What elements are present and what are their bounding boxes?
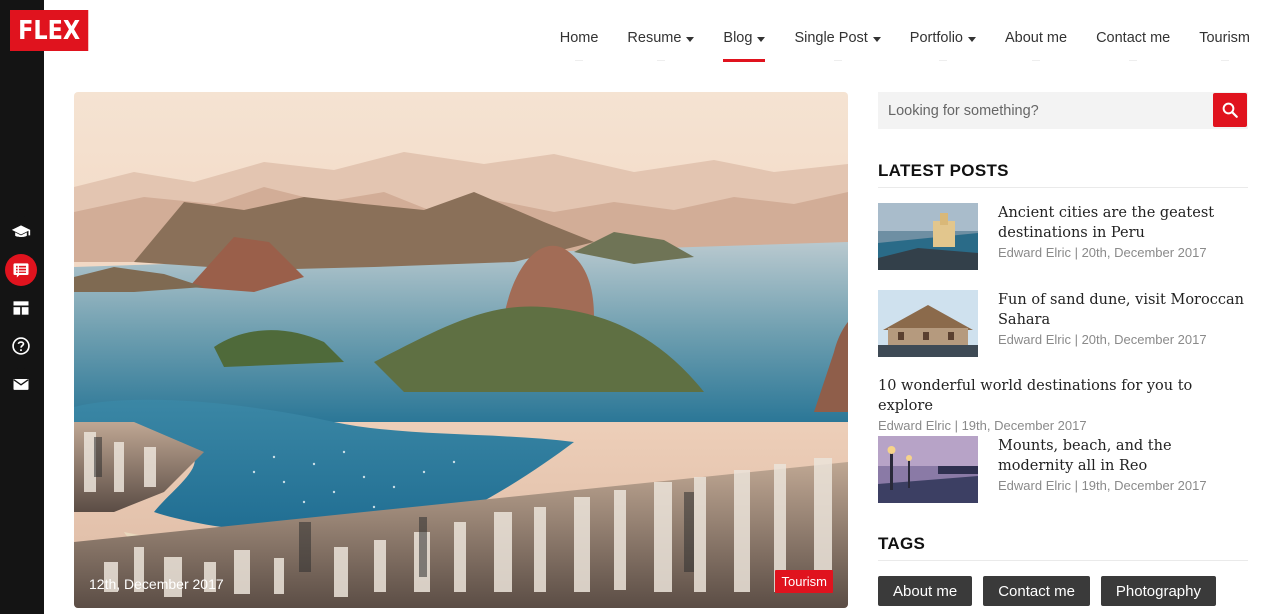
post-meta: Edward Elric | 19th, December 2017 xyxy=(998,478,1207,493)
tag-list: About me Contact me Photography xyxy=(878,576,1227,606)
graduation-cap-icon[interactable] xyxy=(5,216,37,248)
post-thumbnail[interactable] xyxy=(878,290,978,357)
post-title-link[interactable]: Fun of sand dune, visit Moroccan Sahara xyxy=(998,290,1248,330)
featured-post-category-badge[interactable]: Tourism xyxy=(775,570,833,593)
post-meta: Edward Elric | 20th, December 2017 xyxy=(998,245,1207,260)
featured-post-image[interactable]: 12th, December 2017 Tourism xyxy=(74,92,848,608)
main-nav: Home Resume Blog Single Post Portfolio About … xyxy=(531,0,1250,76)
nav-item-single-post[interactable]: Single Post xyxy=(794,0,881,76)
latest-post-item[interactable]: 10 wonderful world destinations for you … xyxy=(878,376,1248,433)
tag-contact-me[interactable]: Contact me xyxy=(983,576,1090,606)
nav-item-tourism[interactable]: Tourism xyxy=(1199,0,1250,76)
tags-heading: TAGS xyxy=(878,534,1248,561)
latest-post-item[interactable]: Mounts, beach, and the modernity all in … xyxy=(878,436,1248,503)
caret-down-icon xyxy=(872,37,881,42)
latest-posts-heading: LATEST POSTS xyxy=(878,161,1248,188)
nav-item-label: Single Post xyxy=(794,30,868,46)
caret-down-icon xyxy=(757,37,766,42)
help-icon[interactable] xyxy=(5,330,37,362)
post-title-link[interactable]: Mounts, beach, and the modernity all in … xyxy=(998,436,1248,476)
post-meta: Edward Elric | 20th, December 2017 xyxy=(998,332,1207,347)
logo[interactable]: FLEX xyxy=(10,10,89,51)
rio-landscape-image xyxy=(74,92,848,608)
nav-item-label: Resume xyxy=(627,30,682,46)
nav-item-label: Blog xyxy=(723,30,753,46)
nav-item-label: About me xyxy=(1005,30,1068,46)
featured-post-date: 12th, December 2017 xyxy=(89,576,224,592)
nav-item-label: Home xyxy=(559,30,599,46)
nav-item-about-me[interactable]: About me xyxy=(1005,0,1067,76)
caret-down-icon xyxy=(968,37,976,42)
post-thumbnail[interactable] xyxy=(878,436,978,503)
nav-item-label: Contact me xyxy=(1096,30,1171,46)
side-menu xyxy=(5,216,39,406)
caret-down-icon xyxy=(686,37,695,42)
post-meta: Edward Elric | 19th, December 2017 xyxy=(878,418,1087,433)
search-button[interactable] xyxy=(1213,93,1247,127)
post-title-link[interactable]: 10 wonderful world destinations for you … xyxy=(878,376,1248,416)
tag-photography[interactable]: Photography xyxy=(1100,576,1216,606)
nav-item-resume[interactable]: Resume xyxy=(627,0,695,76)
post-thumbnail[interactable] xyxy=(878,203,978,270)
side-bar xyxy=(0,0,44,614)
search-box xyxy=(878,92,1248,129)
dashboard-icon[interactable] xyxy=(5,292,37,324)
mail-icon[interactable] xyxy=(5,368,37,400)
blog-list-icon[interactable] xyxy=(5,254,37,286)
nav-item-contact-me[interactable]: Contact me xyxy=(1096,0,1170,76)
post-title-link[interactable]: Ancient cities are the geatest destinati… xyxy=(998,203,1248,243)
nav-item-portfolio[interactable]: Portfolio xyxy=(910,0,976,76)
latest-post-item[interactable]: Fun of sand dune, visit Moroccan Sahara … xyxy=(878,290,1248,357)
nav-item-label: Tourism xyxy=(1199,30,1250,46)
tag-about-me[interactable]: About me xyxy=(878,576,973,606)
search-input[interactable] xyxy=(878,92,1213,129)
latest-post-item[interactable]: Ancient cities are the geatest destinati… xyxy=(878,203,1248,270)
nav-item-label: Portfolio xyxy=(909,30,963,46)
nav-item-blog[interactable]: Blog xyxy=(723,0,766,76)
search-icon xyxy=(1222,102,1238,118)
nav-item-home[interactable]: Home xyxy=(559,0,599,76)
